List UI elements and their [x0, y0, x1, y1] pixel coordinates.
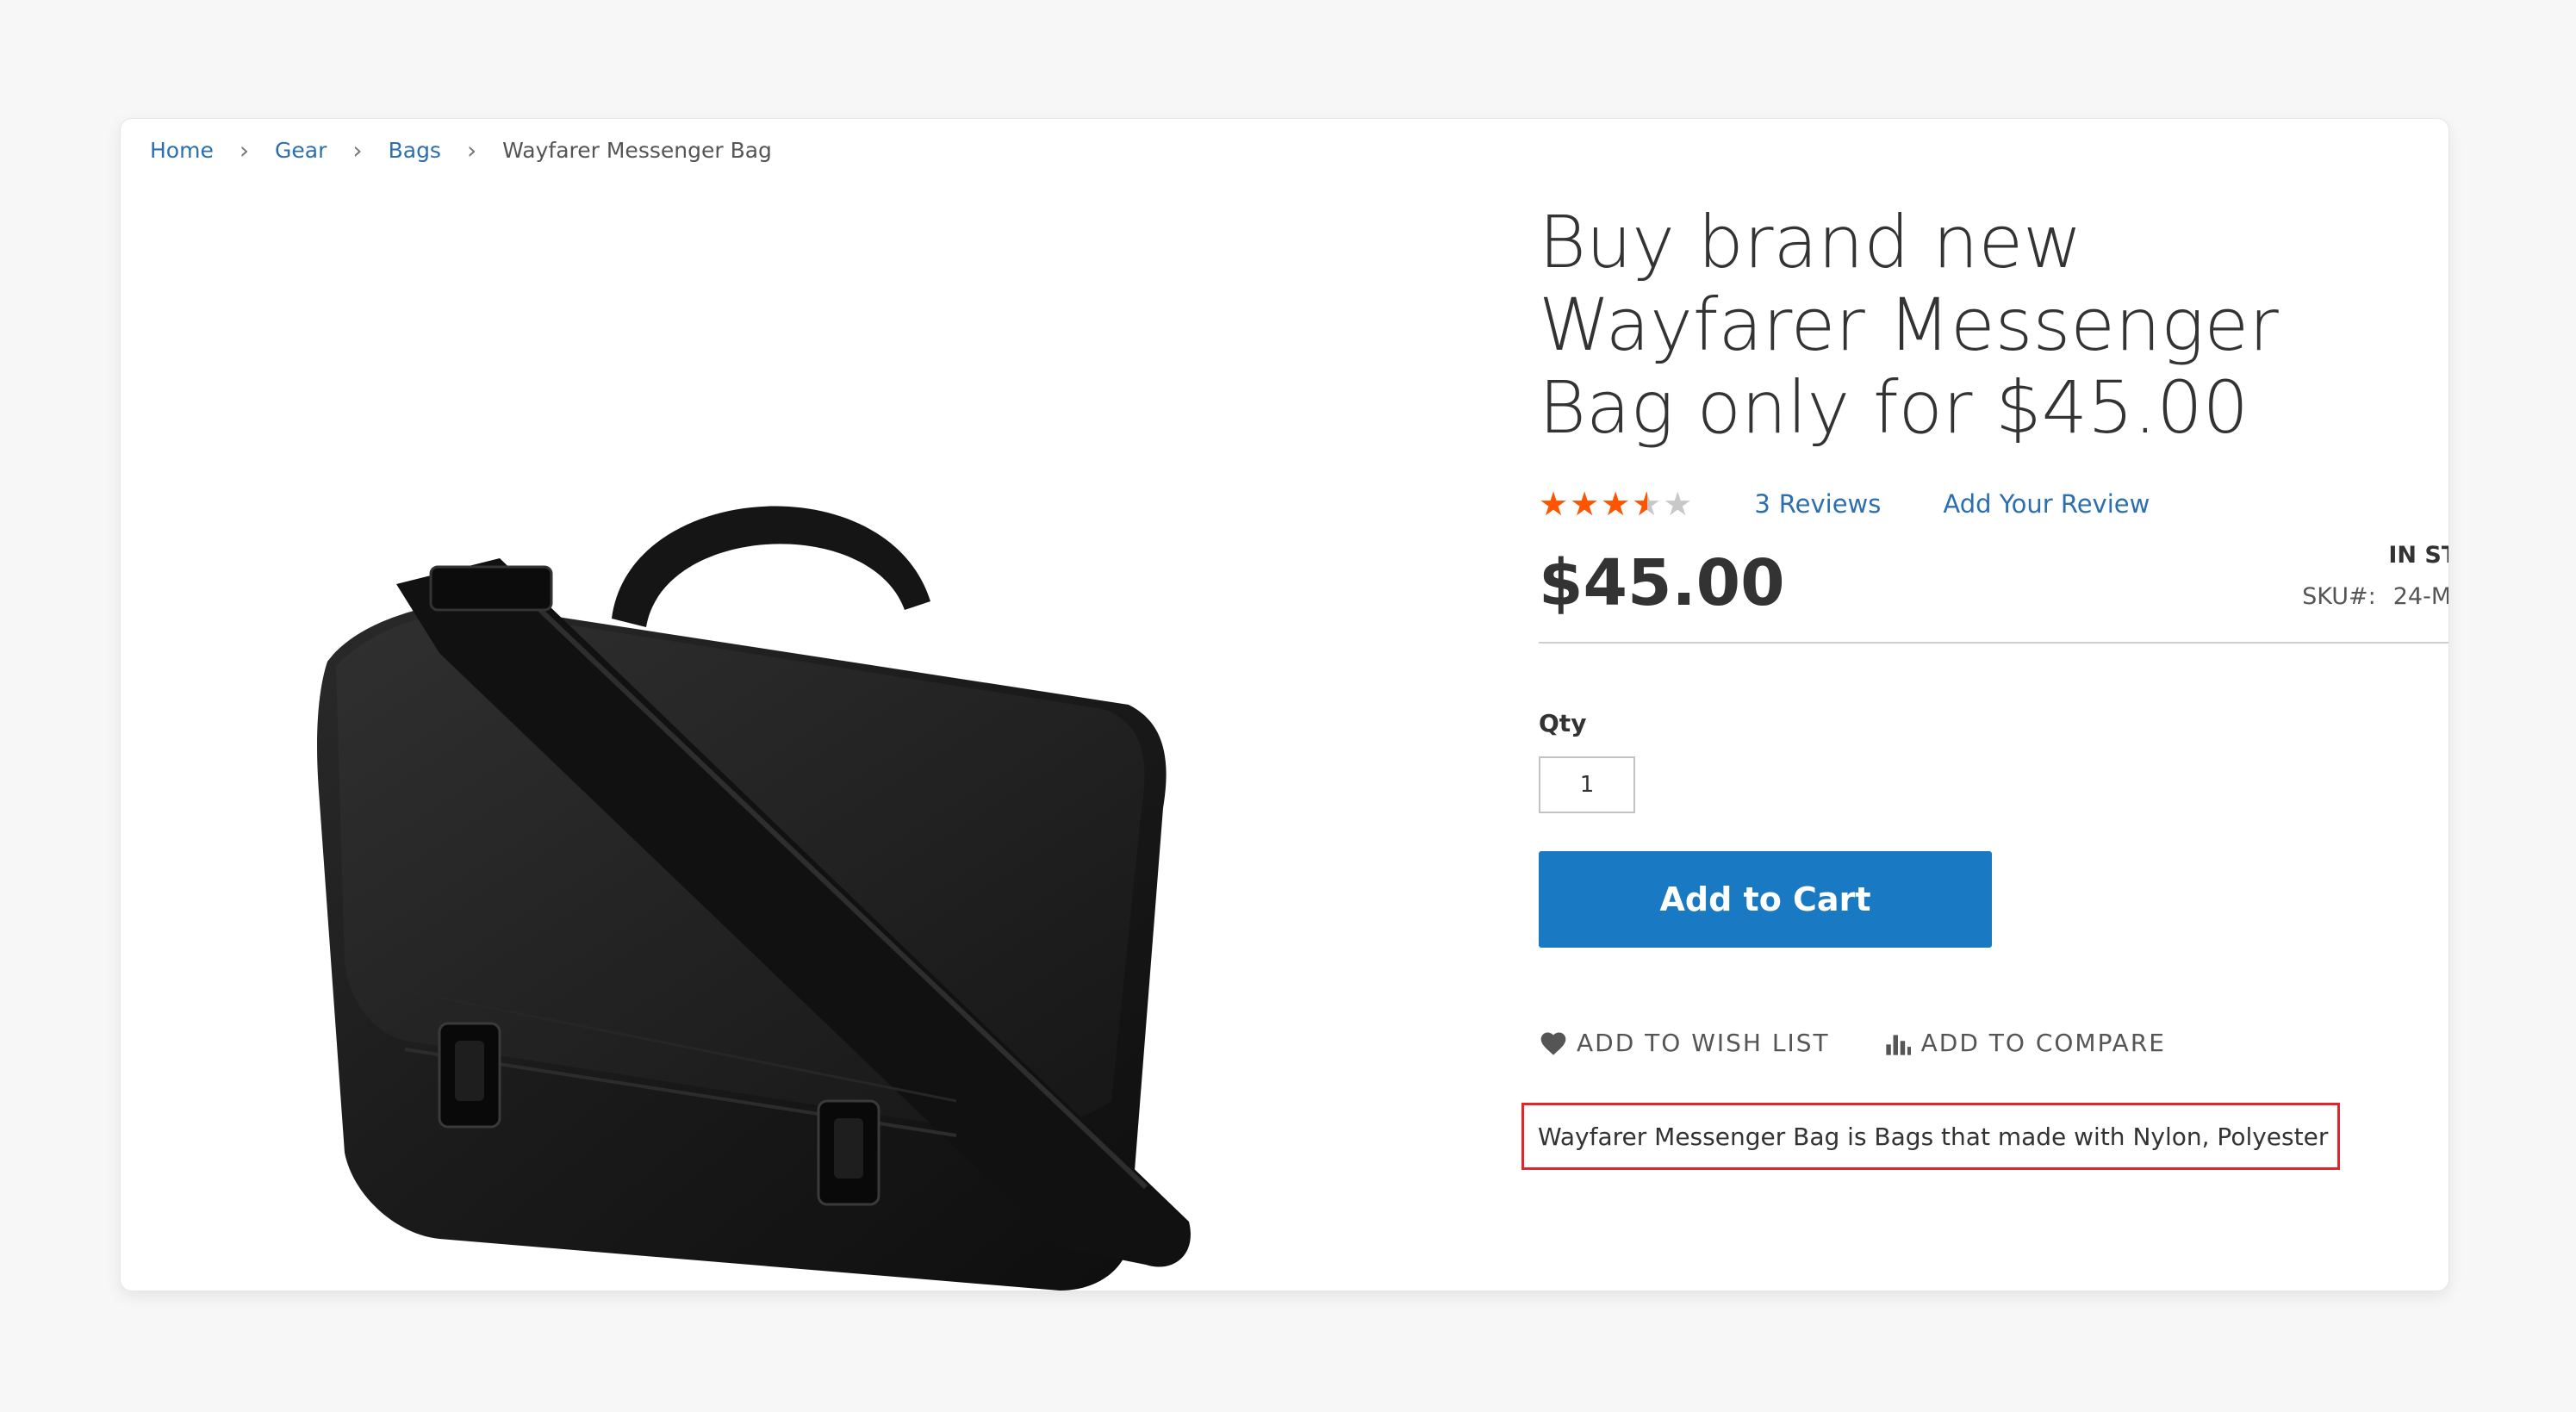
star-rating-icon: ★★★★★ ★★★★★ — [1539, 487, 1694, 521]
qty-label: Qty — [1539, 709, 1587, 737]
product-page-card: Home › Gear › Bags › Wayfarer Messenger … — [120, 118, 2449, 1291]
star-rating-filled: ★★★★★ — [1539, 487, 1647, 521]
heart-icon — [1540, 1031, 1566, 1055]
add-review-link[interactable]: Add Your Review — [1943, 489, 2150, 519]
sku-label: SKU#: — [2302, 583, 2376, 610]
chevron-right-icon: › — [352, 136, 363, 165]
wishlist-label: ADD TO WISH LIST — [1577, 1029, 1830, 1057]
breadcrumb-gear[interactable]: Gear — [275, 138, 327, 163]
description-highlight: Wayfarer Messenger Bag is Bags that made… — [1521, 1103, 2340, 1170]
breadcrumb-bags[interactable]: Bags — [389, 138, 441, 163]
compare-label: ADD TO COMPARE — [1920, 1029, 2166, 1057]
breadcrumb-home[interactable]: Home — [150, 138, 214, 163]
reviews-label: Reviews — [1778, 489, 1882, 519]
sku: SKU#: 24-MB05 — [2302, 583, 2449, 610]
stock-status: IN STOCK — [2388, 542, 2448, 569]
product-image[interactable] — [302, 446, 1215, 1291]
add-to-wishlist-button[interactable]: ADD TO WISH LIST — [1539, 1029, 1830, 1057]
product-actions: ADD TO WISH LIST ADD TO COMPARE — [1539, 1029, 2448, 1057]
bar-chart-icon — [1885, 1034, 1911, 1055]
product-info: Buy brand new Wayfarer Messenger Bag onl… — [1539, 200, 2449, 1057]
price-row: $45.00 IN STOCK SKU#:24-MB05 — [1539, 542, 2449, 644]
sku-value: 24-MB05 — [2392, 583, 2449, 610]
chevron-right-icon: › — [466, 136, 477, 165]
add-to-compare-button[interactable]: ADD TO COMPARE — [1883, 1029, 2166, 1057]
product-title: Buy brand new Wayfarer Messenger Bag onl… — [1539, 200, 2279, 450]
reviews-link[interactable]: 3 Reviews — [1754, 489, 1881, 519]
add-to-cart-button[interactable]: Add to Cart — [1539, 851, 1992, 948]
breadcrumb-current: Wayfarer Messenger Bag — [502, 138, 772, 163]
rating-row: ★★★★★ ★★★★★ 3 Reviews Add Your Review — [1539, 487, 2448, 521]
chevron-right-icon: › — [239, 136, 250, 165]
breadcrumb: Home › Gear › Bags › Wayfarer Messenger … — [150, 136, 772, 165]
qty-input[interactable] — [1539, 756, 1635, 813]
reviews-count: 3 — [1754, 489, 1770, 519]
